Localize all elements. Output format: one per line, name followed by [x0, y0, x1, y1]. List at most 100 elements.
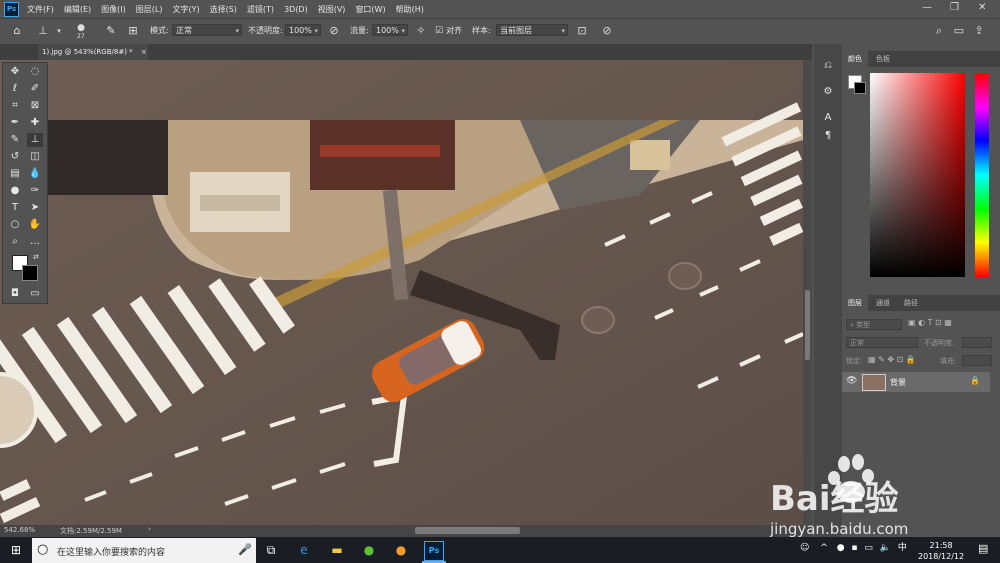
microphone-icon[interactable]: 🎤	[238, 543, 252, 556]
blend-mode-select[interactable]: 正常	[846, 337, 918, 348]
pressure-opacity-icon[interactable]: ⊘	[327, 24, 341, 38]
background-color-swatch[interactable]	[22, 265, 38, 281]
windows-start-icon[interactable]: ⊞	[7, 541, 25, 559]
menu-window[interactable]: 窗口(W)	[355, 4, 385, 15]
tab-layers[interactable]: 图层	[842, 295, 868, 311]
canvas-image[interactable]	[0, 60, 803, 525]
dodge-tool-icon[interactable]: ●	[7, 184, 23, 198]
opacity-field[interactable]: 100% ▾	[285, 24, 321, 36]
vertical-scroll-thumb[interactable]	[805, 290, 810, 360]
tray-app2-icon[interactable]: ▪	[851, 543, 857, 553]
character-panel-icon[interactable]: A	[820, 110, 836, 126]
pressure-size-icon[interactable]: ⊘	[600, 24, 614, 38]
edge-browser-icon[interactable]: e	[295, 541, 313, 559]
task-view-icon[interactable]: ⧉	[262, 541, 280, 559]
hue-slider[interactable]	[975, 73, 989, 277]
chevron-down-icon[interactable]: ▾	[52, 24, 66, 38]
crop-tool-icon[interactable]: ⌗	[7, 99, 23, 113]
layer-kind-filter[interactable]: ⌕ 类型	[846, 319, 902, 330]
swap-colors-icon[interactable]: ⇄	[33, 253, 39, 261]
minimize-icon[interactable]: —	[922, 2, 932, 13]
close-icon[interactable]: ✕	[978, 2, 986, 13]
filter-icons[interactable]: ▣ ◐ T ⊡ ▦	[908, 318, 952, 327]
status-arrow-icon[interactable]: ›	[148, 525, 151, 533]
gradient-tool-icon[interactable]: ▤	[7, 167, 23, 181]
menu-image[interactable]: 图像(I)	[101, 4, 126, 15]
tray-expand-icon[interactable]: ^	[820, 543, 828, 553]
photoshop-taskbar-icon[interactable]: Ps	[424, 541, 444, 561]
brush-tool-icon[interactable]: ✎	[7, 133, 23, 147]
horizontal-scroll-thumb[interactable]	[415, 527, 520, 534]
clone-stamp-preset-icon[interactable]: ⊥	[36, 24, 50, 38]
blur-tool-icon[interactable]: 💧	[27, 167, 43, 181]
hand-tool-icon[interactable]: ✋	[27, 218, 43, 232]
screen-mode-icon[interactable]: ▭	[27, 287, 43, 301]
menu-3d[interactable]: 3D(D)	[284, 5, 308, 14]
home-icon[interactable]: ⌂	[10, 24, 24, 38]
history-panel-icon[interactable]: ⎌	[820, 58, 836, 74]
tab-swatches[interactable]: 色板	[870, 51, 896, 67]
eye-icon[interactable]: 👁	[846, 376, 857, 386]
brush-settings-icon[interactable]: ✎	[104, 24, 118, 38]
healing-brush-icon[interactable]: ✚	[27, 116, 43, 130]
sample-select[interactable]: 当前图层 ▾	[496, 24, 568, 36]
fill-field[interactable]	[962, 355, 992, 366]
tab-color[interactable]: 颜色	[842, 51, 868, 67]
layer-name[interactable]: 背景	[890, 377, 906, 388]
ignore-adjustment-icon[interactable]: ⊡	[575, 24, 589, 38]
layer-opacity-field[interactable]	[962, 337, 992, 348]
move-tool-icon[interactable]: ✥	[7, 65, 23, 79]
zoom-tool-icon[interactable]: ⌕	[7, 235, 23, 249]
people-icon[interactable]: ☺	[800, 543, 809, 553]
path-select-icon[interactable]: ➤	[27, 201, 43, 215]
lasso-tool-icon[interactable]: ℓ	[7, 82, 23, 96]
restore-icon[interactable]: ❐	[950, 2, 959, 13]
zoom-readout[interactable]: 542.68%	[4, 526, 35, 534]
eyedropper-icon[interactable]: ✒	[7, 116, 23, 130]
quick-select-icon[interactable]: ✐	[27, 82, 43, 96]
network-icon[interactable]: ▭	[864, 543, 873, 553]
flow-field[interactable]: 100% ▾	[372, 24, 408, 36]
document-tab[interactable]: 1).jpg @ 543%(RGB/8#) * ×	[38, 44, 148, 60]
volume-icon[interactable]: 🔈	[880, 543, 891, 553]
airbrush-icon[interactable]: ✧	[414, 24, 428, 38]
notification-icon[interactable]: ▤	[978, 542, 988, 555]
app-green-icon[interactable]: ●	[360, 541, 378, 559]
marquee-tool-icon[interactable]: ◌	[27, 65, 43, 79]
brush-settings-panel-icon[interactable]: ⚙	[820, 84, 836, 100]
paragraph-panel-icon[interactable]: ¶	[820, 128, 836, 144]
menu-file[interactable]: 文件(F)	[27, 4, 54, 15]
menu-edit[interactable]: 编辑(E)	[64, 4, 91, 15]
more-tools-icon[interactable]: …	[27, 235, 43, 249]
tab-paths[interactable]: 路径	[898, 295, 924, 311]
shape-tool-icon[interactable]: ○	[7, 218, 23, 232]
mode-select[interactable]: 正常 ▾	[172, 24, 242, 36]
align-checkbox[interactable]: ☑	[432, 24, 446, 38]
pen-tool-icon[interactable]: ✑	[27, 184, 43, 198]
tab-close-icon[interactable]: ×	[141, 48, 147, 56]
color-picker-field[interactable]	[870, 73, 965, 277]
history-brush-icon[interactable]: ↺	[7, 150, 23, 164]
file-explorer-icon[interactable]: ▬	[328, 541, 346, 559]
eraser-icon[interactable]: ◫	[27, 150, 43, 164]
menu-layer[interactable]: 图层(L)	[136, 4, 163, 15]
menu-type[interactable]: 文字(Y)	[172, 4, 199, 15]
menu-help[interactable]: 帮助(H)	[396, 4, 424, 15]
ime-indicator[interactable]: 中	[898, 543, 907, 553]
lock-icons[interactable]: ▦ ✎ ✥ ⊡ 🔒	[868, 355, 916, 364]
tab-channels[interactable]: 通道	[870, 295, 896, 311]
menu-view[interactable]: 视图(V)	[318, 4, 346, 15]
quick-mask-icon[interactable]: ◘	[7, 287, 23, 301]
app-orange-icon[interactable]: ●	[392, 541, 410, 559]
workspace-icon[interactable]: ▭	[952, 24, 966, 38]
frame-tool-icon[interactable]: ⊠	[27, 99, 43, 113]
layer-row[interactable]: 👁 背景 🔒	[842, 372, 990, 392]
share-icon[interactable]: ⇪	[972, 24, 986, 38]
tray-app-icon[interactable]: ●	[837, 543, 845, 553]
menu-select[interactable]: 选择(S)	[210, 4, 237, 15]
panel-background-color[interactable]	[854, 82, 866, 94]
menu-filter[interactable]: 滤镜(T)	[247, 4, 274, 15]
clone-source-icon[interactable]: ⊞	[126, 24, 140, 38]
search-icon[interactable]: ⌕	[932, 24, 946, 38]
taskbar-clock[interactable]: 21:58 2018/12/12	[918, 540, 964, 562]
